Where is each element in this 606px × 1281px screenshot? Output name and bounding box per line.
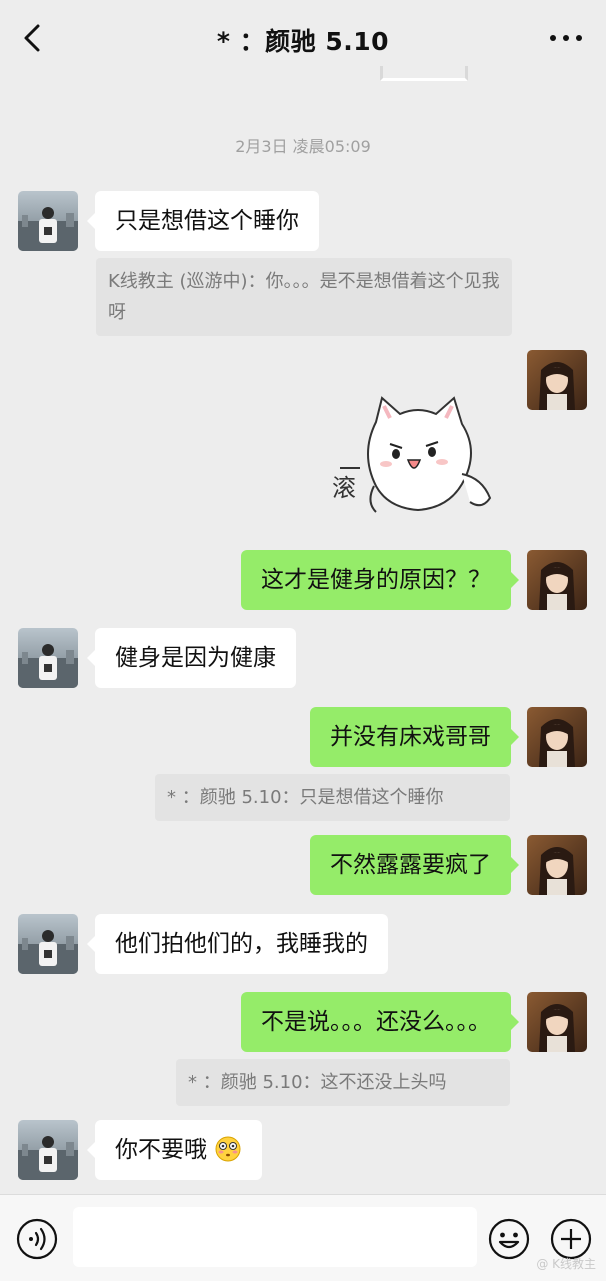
self-avatar[interactable] [527,550,587,610]
message-text: 健身是因为健康 [115,645,276,671]
self-avatar[interactable] [527,992,587,1052]
cat-sticker[interactable]: 滚 [330,392,502,524]
quoted-reply[interactable]: * ：颜驰 5.10：只是想借这个睡你 [155,774,510,821]
message-bubble[interactable]: 不然露露要疯了 [310,835,519,895]
message-bubble[interactable]: 这才是健身的原因？？ [241,550,519,610]
voice-icon[interactable] [16,1218,58,1260]
message-bubble[interactable]: 只是想借这个睡你 [87,191,319,251]
flushed-emoji-icon [215,1136,241,1162]
contact-avatar[interactable] [18,914,78,974]
quote-text: K线教主 (巡游中)：你。。。是不是想借着这个见我呀 [108,271,500,323]
message-timestamp: 2月3日 凌晨05:09 [235,137,371,156]
chat-header: * ：颜驰 5.10 [0,0,606,76]
sticker-text: 滚 [332,474,356,502]
emoji-icon[interactable] [488,1218,530,1260]
message-text: 他们拍他们的，我睡我的 [115,931,368,957]
message-bubble[interactable]: 你不要哦 [86,1120,263,1180]
message-input[interactable] [73,1207,477,1267]
message-bubble[interactable]: 不是说。。。还没么。。。 [241,992,519,1052]
message-bubble[interactable]: 并没有床戏哥哥 [310,707,519,767]
chat-title: * ：颜驰 5.10 [216,27,390,56]
contact-avatar[interactable] [18,628,78,688]
message-text: 这才是健身的原因？？ [261,567,491,593]
input-bar [0,1194,606,1281]
contact-avatar[interactable] [18,191,78,251]
message-bubble[interactable]: 他们拍他们的，我睡我的 [87,914,388,974]
message-text: 只是想借这个睡你 [115,208,299,234]
message-text: 并没有床戏哥哥 [330,724,491,750]
message-bubble[interactable]: 健身是因为健康 [87,628,296,688]
self-avatar[interactable] [527,350,587,410]
quote-text: * ：颜驰 5.10：只是想借这个睡你 [167,787,444,808]
quote-text: * ：颜驰 5.10：这不还没上头吗 [188,1072,447,1093]
message-text: 不是说。。。还没么。。。 [261,1009,491,1035]
self-avatar[interactable] [527,835,587,895]
contact-avatar[interactable] [18,1120,78,1180]
watermark: @ K线教主 [536,1257,596,1271]
quoted-reply[interactable]: * ：颜驰 5.10：这不还没上头吗 [176,1059,510,1106]
self-avatar[interactable] [527,707,587,767]
message-text: 不然露露要疯了 [330,852,491,878]
scroll-remnant [380,66,468,81]
plus-icon[interactable] [550,1218,592,1260]
message-text: 你不要哦 [115,1137,207,1163]
more-icon[interactable] [548,28,584,48]
quoted-reply[interactable]: K线教主 (巡游中)：你。。。是不是想借着这个见我呀 [96,258,512,336]
